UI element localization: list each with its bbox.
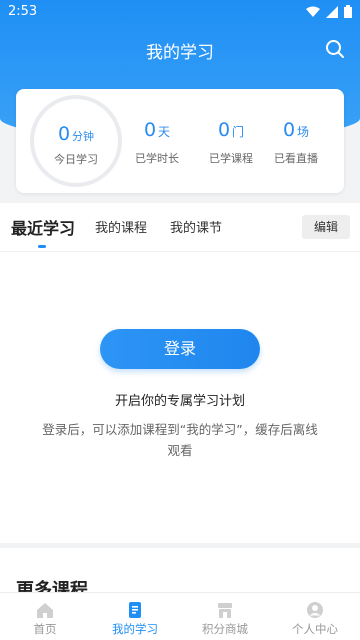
nav-my-study-label: 我的学习 bbox=[112, 622, 158, 636]
battery-icon bbox=[344, 5, 352, 18]
tab-my-courses[interactable]: 我的课程 bbox=[95, 217, 147, 236]
search-icon bbox=[326, 40, 344, 58]
user-icon bbox=[307, 602, 323, 618]
stat-courses-unit: 门 bbox=[232, 125, 245, 139]
status-bar: 2:53 bbox=[0, 0, 360, 24]
store-icon bbox=[218, 603, 232, 618]
nav-points-store[interactable]: 积分商城 bbox=[180, 593, 270, 640]
stat-study-days-number: 0 bbox=[143, 119, 157, 141]
wifi-icon bbox=[306, 6, 320, 17]
nav-points-store-label: 积分商城 bbox=[202, 622, 248, 636]
home-icon bbox=[37, 603, 53, 618]
nav-home[interactable]: 首页 bbox=[0, 593, 90, 640]
stats-card: 0 分钟 今日学习 0天 已学时长 0门 已学课程 0场 已看直播 bbox=[16, 89, 344, 193]
nav-profile-label: 个人中心 bbox=[292, 622, 338, 636]
stat-study-days-label: 已学时长 bbox=[135, 152, 179, 165]
main-panel: 最近学习 我的课程 我的课节 编辑 登录 开启你的专属学习计划 登录后，可以添加… bbox=[0, 203, 360, 543]
nav-profile[interactable]: 个人中心 bbox=[270, 593, 360, 640]
edit-button[interactable]: 编辑 bbox=[302, 215, 350, 239]
today-study-unit: 分钟 bbox=[72, 130, 95, 143]
today-study-number: 0 bbox=[57, 123, 71, 145]
stat-study-days-unit: 天 bbox=[158, 125, 171, 139]
bottom-nav: 首页 我的学习 积分商城 个人中心 bbox=[0, 592, 360, 640]
signal-icon bbox=[326, 5, 338, 18]
book-icon bbox=[129, 602, 141, 618]
stat-study-days: 0天 已学时长 bbox=[122, 119, 192, 166]
stat-courses-label: 已学课程 bbox=[209, 152, 253, 165]
today-study-ring: 0 分钟 今日学习 bbox=[30, 95, 122, 187]
tab-my-lessons[interactable]: 我的课节 bbox=[170, 217, 222, 236]
tabs-divider bbox=[0, 251, 360, 252]
stat-live-label: 已看直播 bbox=[274, 152, 318, 165]
tab-recent-study[interactable]: 最近学习 bbox=[11, 215, 75, 239]
nav-my-study[interactable]: 我的学习 bbox=[90, 593, 180, 640]
today-study-value: 0 分钟 bbox=[34, 123, 118, 145]
nav-home-label: 首页 bbox=[33, 622, 57, 636]
stat-courses-number: 0 bbox=[217, 119, 231, 141]
status-time: 2:53 bbox=[8, 4, 38, 19]
today-study-label: 今日学习 bbox=[54, 153, 98, 166]
page-title: 我的学习 bbox=[146, 43, 214, 63]
active-tab-indicator bbox=[38, 245, 46, 248]
stat-live-number: 0 bbox=[282, 119, 296, 141]
tab-bar: 最近学习 我的课程 我的课节 编辑 bbox=[0, 215, 360, 251]
login-title: 开启你的专属学习计划 bbox=[114, 394, 245, 409]
stat-live-unit: 场 bbox=[297, 125, 310, 139]
stat-live: 0场 已看直播 bbox=[261, 119, 331, 166]
search-button[interactable] bbox=[324, 38, 346, 60]
status-icons bbox=[306, 5, 352, 18]
login-button[interactable]: 登录 bbox=[100, 329, 260, 369]
login-description: 登录后，可以添加课程到“我的学习”，缓存后离线观看 bbox=[42, 422, 318, 458]
stat-courses: 0门 已学课程 bbox=[196, 119, 266, 166]
